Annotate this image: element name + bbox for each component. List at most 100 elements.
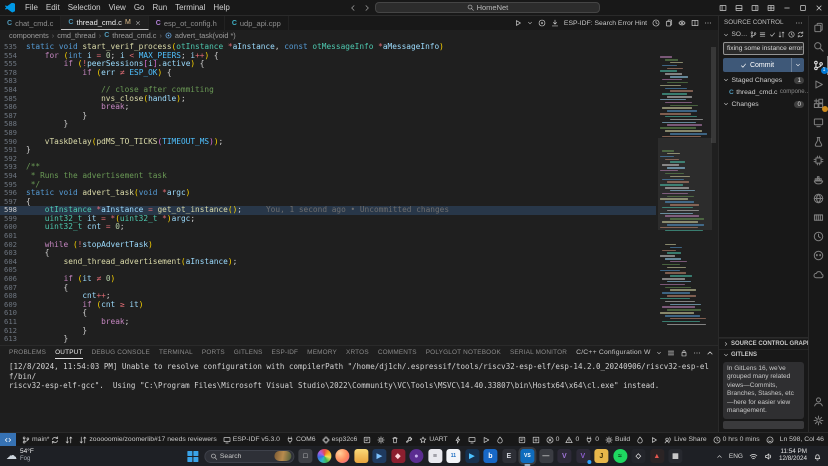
taskbar-app-photos[interactable] — [317, 449, 331, 463]
panel-tab-ports[interactable]: PORTS — [202, 346, 225, 359]
preview-icon[interactable] — [678, 19, 686, 27]
maximize-icon[interactable] — [799, 4, 807, 12]
status-idf-flash[interactable] — [454, 436, 462, 444]
refresh-icon[interactable] — [797, 31, 804, 38]
menu-terminal[interactable]: Terminal — [171, 3, 209, 12]
taskbar-app-notepad[interactable]: ≡ — [428, 449, 442, 463]
taskbar-app-calendar[interactable]: 11 — [446, 449, 460, 463]
breadcrumb-item[interactable]: thread_cmd.c — [112, 31, 156, 40]
maximize-panel-icon[interactable] — [706, 349, 714, 357]
menu-edit[interactable]: Edit — [42, 3, 64, 12]
activity-testing[interactable] — [809, 132, 828, 151]
status-idf-erase[interactable] — [518, 436, 526, 444]
activity-cloud[interactable] — [809, 265, 828, 284]
status-errors[interactable]: 0 — [546, 436, 560, 444]
activity-explorer[interactable] — [809, 18, 828, 37]
activity-platformio[interactable] — [809, 246, 828, 265]
commit-dropdown-icon[interactable] — [791, 58, 804, 72]
breadcrumb[interactable]: components›cmd_thread›Cthread_cmd.c›adve… — [0, 30, 718, 41]
status-device-target[interactable]: esp32c6 — [322, 436, 358, 444]
status-ports[interactable]: 0 — [585, 436, 599, 444]
code-editor[interactable]: 535static void start_verif_process(otIns… — [0, 41, 718, 345]
layout-secondary-icon[interactable] — [751, 4, 759, 12]
tray-chevron-icon[interactable] — [716, 453, 723, 460]
clock-widget[interactable]: 11:54 PM 12/8/2024 — [779, 449, 807, 463]
status-idf-board[interactable] — [363, 436, 371, 444]
status-espidf-version[interactable]: ESP-IDF v5.3.0 — [223, 436, 280, 444]
dropdown-chevron-icon[interactable] — [656, 350, 662, 356]
output-channel-dropdown[interactable]: C/C++ Configuration W — [576, 349, 650, 356]
status-idf-flame[interactable] — [496, 436, 504, 444]
panel-tab-esp-idf[interactable]: ESP-IDF — [272, 346, 299, 359]
minimap[interactable] — [660, 42, 710, 345]
tab-udp_api.cpp[interactable]: Cudp_api.cpp — [225, 16, 289, 30]
commit-action-icon[interactable] — [769, 31, 776, 38]
activity-search[interactable] — [809, 37, 828, 56]
command-center-search[interactable]: HomeNet — [375, 2, 600, 13]
source-control-graph-section[interactable]: SOURCE CONTROL GRAPH — [719, 338, 808, 349]
taskbar-app-app-red[interactable]: ◆ — [391, 449, 405, 463]
menu-view[interactable]: View — [105, 3, 130, 12]
weather-widget[interactable]: ☁ 54°F Fog — [6, 449, 34, 462]
menu-file[interactable]: File — [21, 3, 42, 12]
panel-tab-xrtos[interactable]: XRTOS — [346, 346, 369, 359]
taskbar-app-widgets[interactable]: — — [539, 449, 553, 463]
menu-selection[interactable]: Selection — [64, 3, 105, 12]
changes-header[interactable]: Changes 0 — [719, 98, 808, 110]
status-git-branch[interactable]: main* — [22, 436, 59, 444]
view-as-list-icon[interactable] — [759, 31, 766, 38]
status-idf-tools[interactable] — [405, 436, 413, 444]
repo-chevron-icon[interactable] — [723, 32, 729, 38]
status-idf-add[interactable] — [532, 436, 540, 444]
panel-more-icon[interactable] — [693, 349, 701, 357]
commit-button[interactable]: Commit — [723, 58, 804, 72]
history-icon[interactable] — [788, 31, 795, 38]
breadcrumb-item[interactable]: components — [9, 31, 49, 40]
editor-scrollbar[interactable] — [710, 41, 718, 345]
status-pull-request[interactable]: zooooomie/zoomerlib#17 needs reviewers — [79, 436, 216, 444]
sidebar-more-icon[interactable] — [795, 19, 803, 27]
panel-tab-gitlens[interactable]: GITLENS — [234, 346, 263, 359]
status-idf-monitor[interactable] — [468, 436, 476, 444]
wifi-icon[interactable] — [749, 452, 758, 461]
activity-timeline[interactable] — [809, 227, 828, 246]
espidf-search-error-hint[interactable]: ESP-IDF: Search Error Hint — [564, 20, 647, 27]
status-time-tracker[interactable]: 0 hrs 0 mins — [713, 436, 760, 444]
breadcrumb-item[interactable]: advert_task(void *) — [175, 31, 236, 40]
run-dropdown-icon[interactable] — [527, 20, 533, 26]
staged-file-row[interactable]: C thread_cmd.c compone… M — [719, 86, 808, 98]
close-tab-icon[interactable] — [135, 20, 141, 26]
start-button[interactable] — [185, 449, 199, 463]
activity-remote-explorer[interactable] — [809, 113, 828, 132]
notification-bell-icon[interactable] — [813, 452, 822, 461]
taskbar-app-app-e[interactable]: E — [502, 449, 516, 463]
layout-panel-icon[interactable] — [735, 4, 743, 12]
activity-account[interactable] — [809, 392, 828, 411]
tab-esp_ot_config.h[interactable]: Cesp_ot_config.h — [149, 16, 225, 30]
menu-go[interactable]: Go — [130, 3, 149, 12]
taskbar-app-media-player[interactable]: ▶ — [465, 449, 479, 463]
panel-tab-polyglot-notebook[interactable]: POLYGLOT NOTEBOOK — [426, 346, 501, 359]
status-live-share[interactable]: Live Share — [664, 436, 707, 444]
sync-changes-icon[interactable] — [778, 31, 785, 38]
download-icon[interactable] — [551, 19, 559, 27]
status-idf-debug[interactable] — [482, 436, 490, 444]
activity-extensions[interactable] — [809, 94, 828, 113]
taskbar-app-app-amber[interactable]: J — [594, 449, 608, 463]
commit-message-input[interactable]: fixing some instance errors — [723, 42, 804, 55]
clear-output-icon[interactable] — [667, 349, 675, 357]
taskbar-app-app-purple[interactable]: ● — [409, 449, 423, 463]
layout-sidebar-icon[interactable] — [719, 4, 727, 12]
status-idf-clean[interactable] — [391, 436, 399, 444]
status-serial-port[interactable]: COM6 — [286, 436, 316, 444]
close-icon[interactable] — [815, 4, 823, 12]
split-editor-icon[interactable] — [691, 19, 699, 27]
activity-web[interactable] — [809, 189, 828, 208]
menu-run[interactable]: Run — [148, 3, 171, 12]
taskbar-app-vscode[interactable]: VS — [520, 449, 534, 463]
taskbar-app-visual-studio-insiders[interactable]: V — [576, 449, 590, 463]
language-indicator[interactable]: ENG — [729, 453, 743, 460]
timeline-icon[interactable] — [652, 19, 660, 27]
activity-source-control[interactable]: 1 — [809, 56, 828, 75]
activity-docker[interactable] — [809, 170, 828, 189]
